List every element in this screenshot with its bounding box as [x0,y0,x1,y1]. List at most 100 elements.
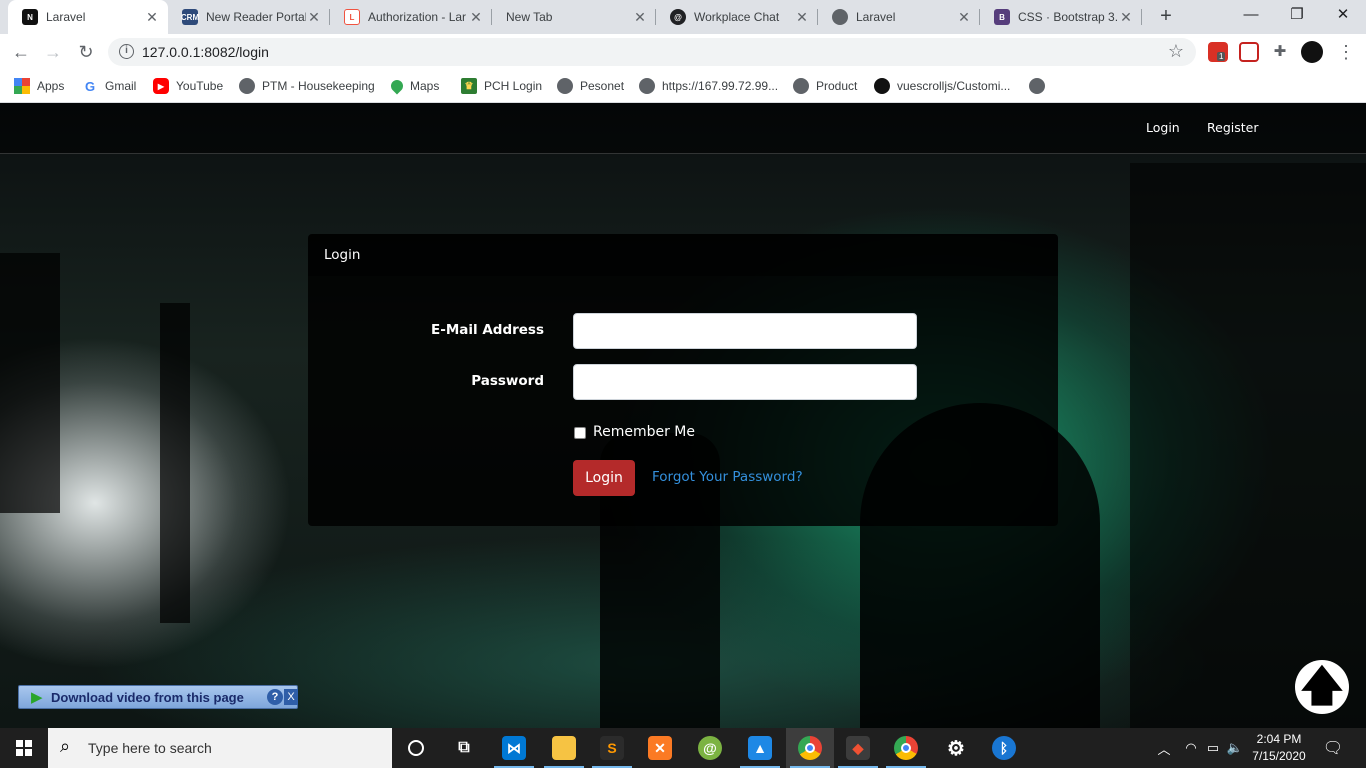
new-tab-button[interactable]: + [1154,5,1178,29]
download-bar-close-button[interactable]: X [284,689,298,705]
reload-button[interactable]: ↻ [75,41,97,63]
address-bar[interactable]: i 127.0.0.1:8082/login ☆ [108,38,1196,66]
email-field[interactable] [573,313,917,349]
bookmark-apps[interactable]: Apps [14,76,64,96]
cortana-button[interactable] [392,728,440,768]
close-icon[interactable]: ✕ [794,9,810,26]
close-icon[interactable]: ✕ [306,9,322,26]
window-close-button[interactable]: ✕ [1320,0,1366,34]
task-view-icon: ⧉ [458,739,470,756]
gear-icon: ⚙ [947,737,965,760]
taskbar-chrome-2[interactable] [882,728,930,768]
bluetooth-icon: ᛒ [992,736,1016,760]
search-icon: ⌕ [60,736,71,756]
taskbar-photos[interactable]: ▲ [736,728,784,768]
remember-me-checkbox[interactable] [574,427,586,439]
bookmark-ptm-housekeeping[interactable]: PTM - Housekeeping [239,76,375,96]
bookmark-untitled[interactable] [1029,76,1052,96]
github-icon [874,78,890,94]
tab-title: Laravel [856,10,896,24]
profile-avatar[interactable] [1301,41,1323,63]
taskbar-settings[interactable]: ⚙ [932,728,980,768]
site-info-icon[interactable]: i [119,44,134,59]
notification-center-icon[interactable]: 🗨 [1318,728,1348,768]
globe-icon [793,78,809,94]
photos-icon: ▲ [748,736,772,760]
tab-workplace-chat[interactable]: @ Workplace Chat ✕ [656,0,818,34]
tray-chevron-up-icon[interactable]: ︿ [1154,728,1174,768]
bookmark-label: Maps [410,79,440,93]
play-icon: ▶ [31,689,43,706]
tab-css-bootstrap[interactable]: B CSS · Bootstrap 3.0 ✕ [980,0,1142,34]
bookmarks-bar: Apps G Gmail ▶ YouTube PTM - Housekeepin… [0,70,1366,103]
back-button[interactable]: ← [10,41,32,63]
login-card: Login E-Mail Address Password Remember M… [308,234,1058,526]
taskbar-search-placeholder[interactable]: Type here to search [88,740,212,756]
tab-laravel-active[interactable]: N Laravel ✕ [8,0,168,34]
close-icon[interactable]: ✕ [956,9,972,26]
bookmark-label: vuescrolljs/Customi... [897,79,1011,93]
tab-laravel[interactable]: Laravel ✕ [818,0,980,34]
close-icon[interactable]: ✕ [1118,9,1134,26]
close-icon[interactable]: ✕ [468,9,484,26]
password-field[interactable] [573,364,917,400]
folder-icon [552,736,576,760]
bookmark-gmail[interactable]: G Gmail [82,76,136,96]
taskbar-sublime-text[interactable]: S [588,728,636,768]
bookmark-star-icon[interactable]: ☆ [1168,41,1184,62]
taskbar-file-explorer[interactable] [540,728,588,768]
nav-login-link[interactable]: Login [1146,120,1180,135]
download-video-bar[interactable]: ▶ Download video from this page ? X [18,685,298,709]
tab-separator [1141,9,1142,25]
bootstrap-icon: B [994,9,1010,25]
taskbar-git[interactable]: ◆ [834,728,882,768]
card-title: Login [308,234,1058,276]
restore-button[interactable]: ❐ [1274,0,1320,34]
password-label: Password [471,373,544,389]
bookmark-label: Apps [37,79,65,93]
bookmark-youtube[interactable]: ▶ YouTube [153,76,223,96]
forgot-password-link[interactable]: Forgot Your Password? [652,469,803,485]
clock-time: 2:04 PM [1256,732,1302,746]
scroll-to-top-button[interactable]: 🡅 [1295,660,1349,714]
forward-button[interactable]: → [42,41,64,63]
crm-favicon-icon: CRM [181,9,199,25]
taskbar-clock[interactable]: 2:04 PM 7/15/2020 [1240,731,1318,765]
tab-authorization[interactable]: L Authorization - Lar ✕ [330,0,492,34]
chrome-icon [894,736,918,760]
pocket-extension-icon[interactable] [1239,42,1259,62]
help-button[interactable]: ? [267,689,283,705]
remember-me-label[interactable]: Remember Me [593,424,695,440]
bookmark-pch-login[interactable]: ♛ PCH Login [461,76,542,96]
login-form: E-Mail Address Password Remember Me Logi… [308,276,1058,526]
bookmark-vuescrolljs[interactable]: vuescrolljs/Customi... [874,76,1010,96]
menu-kebab-icon[interactable]: ⋮ [1335,41,1357,63]
nav-register-link[interactable]: Register [1207,120,1258,135]
bookmark-pesonet[interactable]: Pesonet [557,76,624,96]
taskbar-chrome-active[interactable] [786,728,834,768]
bookmark-product[interactable]: Product [793,76,857,96]
download-video-label[interactable]: Download video from this page [51,690,244,705]
tab-new-reader-portal[interactable]: CRM New Reader Portal ✕ [168,0,330,34]
taskbar-vscode[interactable]: ⋈ [490,728,538,768]
taskbar-xampp[interactable]: ✕ [636,728,684,768]
minimize-button[interactable]: — [1228,0,1274,34]
taskbar-app[interactable]: @ [686,728,734,768]
bookmark-ip-address[interactable]: https://167.99.72.99... [639,76,778,96]
adblock-extension-icon[interactable]: 1 [1208,42,1228,62]
extensions-puzzle-icon[interactable]: ✚ [1270,42,1290,62]
tab-new-tab[interactable]: New Tab ✕ [492,0,656,34]
bookmark-maps[interactable]: Maps [388,76,440,96]
wifi-icon[interactable]: ◠ [1180,728,1202,768]
taskbar-search-box[interactable]: ⌕ Type here to search [48,728,392,768]
task-view-button[interactable]: ⧉ [440,728,488,768]
chrome-icon [798,736,822,760]
close-icon[interactable]: ✕ [632,9,648,26]
taskbar-bluetooth[interactable]: ᛒ [980,728,1028,768]
start-button[interactable] [0,728,48,768]
login-submit-button[interactable]: Login [573,460,635,496]
battery-icon[interactable]: ▭ [1203,728,1223,768]
close-icon[interactable]: ✕ [144,9,160,26]
url-text[interactable]: 127.0.0.1:8082/login [142,44,269,60]
git-icon: ◆ [846,736,870,760]
